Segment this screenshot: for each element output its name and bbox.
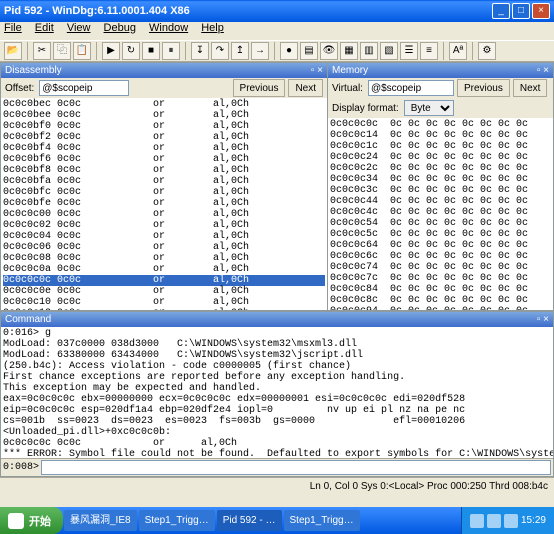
maximize-button[interactable]: □	[512, 3, 530, 19]
break-icon[interactable]: ⏸	[162, 42, 180, 60]
format-label: Display format:	[332, 103, 399, 114]
start-button[interactable]: 开始	[0, 507, 63, 534]
font-icon[interactable]: Aª	[449, 42, 467, 60]
disasm-title: Disassembly	[5, 63, 62, 78]
offset-label: Offset:	[5, 83, 34, 94]
memory-format-select[interactable]: Byte	[404, 100, 454, 116]
task-3[interactable]: Pid 592 - …	[217, 510, 282, 531]
step-into-icon[interactable]: ↧	[191, 42, 209, 60]
paste-icon[interactable]: 📋	[73, 42, 91, 60]
memory-offset-input[interactable]	[368, 80, 454, 96]
command-close-icon[interactable]: ▫ ×	[537, 312, 549, 327]
command-pane: Command ▫ × 0:016> g ModLoad: 037c0000 03…	[0, 311, 554, 477]
tray-icon[interactable]	[504, 514, 518, 528]
locals-icon[interactable]: ▦	[340, 42, 358, 60]
memory-pane: Memory ▫ × Virtual: Previous Next Display…	[328, 62, 554, 311]
menu-help[interactable]: Help	[201, 22, 224, 34]
disasm-body[interactable]: 0c0c0bec 0c0c or al,0Ch0c0c0bee 0c0c or …	[1, 98, 327, 310]
breakpoint-icon[interactable]: ●	[280, 42, 298, 60]
disasm-icon[interactable]: ≡	[420, 42, 438, 60]
menu-debug[interactable]: Debug	[104, 22, 136, 34]
menubar: File Edit View Debug Window Help	[0, 22, 554, 40]
task-1[interactable]: 暴风漏洞_IE8	[64, 510, 137, 531]
restart-icon[interactable]: ↻	[122, 42, 140, 60]
registers-icon[interactable]: ▥	[360, 42, 378, 60]
memory-title: Memory	[332, 63, 368, 78]
step-over-icon[interactable]: ↷	[211, 42, 229, 60]
virtual-label: Virtual:	[332, 83, 363, 94]
disassembly-pane: Disassembly ▫ × Offset: Previous Next 0c0…	[0, 62, 328, 311]
menu-file[interactable]: File	[4, 22, 22, 34]
watch-icon[interactable]: 👁	[320, 42, 338, 60]
command-window-icon[interactable]: ▤	[300, 42, 318, 60]
command-title: Command	[5, 312, 51, 327]
disasm-prev-button[interactable]: Previous	[233, 79, 286, 97]
minimize-button[interactable]: _	[492, 3, 510, 19]
copy-icon[interactable]: ⿻	[53, 42, 71, 60]
windows-logo-icon	[8, 513, 24, 529]
system-tray: 15:29	[461, 507, 554, 534]
open-icon[interactable]: 📂	[4, 42, 22, 60]
step-out-icon[interactable]: ↥	[231, 42, 249, 60]
calls-icon[interactable]: ☰	[400, 42, 418, 60]
toolbar: 📂 ✂ ⿻ 📋 ▶ ↻ ■ ⏸ ↧ ↷ ↥ → ● ▤ 👁 ▦ ▥ ▧ ☰ ≡ …	[0, 40, 554, 62]
disasm-close-icon[interactable]: ▫ ×	[311, 63, 323, 78]
titlebar: Pid 592 - WinDbg:6.11.0001.404 X86 _ □ ×	[0, 0, 554, 22]
menu-view[interactable]: View	[67, 22, 91, 34]
memory-body[interactable]: 0c0c0c0c 0c 0c 0c 0c 0c 0c 0c 0c0c0c0c14…	[328, 118, 553, 310]
memory-next-button[interactable]: Next	[513, 79, 548, 97]
command-input[interactable]	[41, 460, 551, 475]
memory-icon[interactable]: ▧	[380, 42, 398, 60]
task-4[interactable]: Step1_Trigg…	[284, 510, 360, 531]
command-output[interactable]: 0:016> g ModLoad: 037c0000 038d3000 C:\W…	[1, 327, 553, 458]
cut-icon[interactable]: ✂	[33, 42, 51, 60]
command-prompt: 0:008>	[3, 462, 39, 473]
options-icon[interactable]: ⚙	[478, 42, 496, 60]
task-2[interactable]: Step1_Trigg…	[139, 510, 215, 531]
run-to-cursor-icon[interactable]: →	[251, 42, 269, 60]
memory-prev-button[interactable]: Previous	[457, 79, 510, 97]
statusbar: Ln 0, Col 0 Sys 0:<Local> Proc 000:250 T…	[0, 477, 554, 495]
clock: 15:29	[521, 515, 546, 526]
tray-icon[interactable]	[487, 514, 501, 528]
stop-icon[interactable]: ■	[142, 42, 160, 60]
menu-edit[interactable]: Edit	[35, 22, 54, 34]
go-icon[interactable]: ▶	[102, 42, 120, 60]
disasm-next-button[interactable]: Next	[288, 79, 323, 97]
close-button[interactable]: ×	[532, 3, 550, 19]
window-title: Pid 592 - WinDbg:6.11.0001.404 X86	[4, 0, 492, 22]
disasm-offset-input[interactable]	[39, 80, 129, 96]
taskbar: 开始 暴风漏洞_IE8 Step1_Trigg… Pid 592 - … Ste…	[0, 507, 554, 534]
menu-window[interactable]: Window	[149, 22, 188, 34]
memory-close-icon[interactable]: ▫ ×	[537, 63, 549, 78]
tray-icon[interactable]	[470, 514, 484, 528]
